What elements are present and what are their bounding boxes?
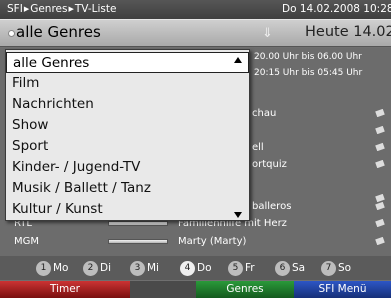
genre-option-sport[interactable]: Sport (6, 136, 249, 157)
function-key-bar: Timer Genres SFI Menü (0, 281, 391, 298)
program-title: ortquiz (252, 159, 287, 170)
genre-option-kultur-kunst[interactable]: Kultur / Kunst (6, 199, 249, 220)
scroll-down-icon[interactable] (234, 212, 242, 218)
day-button-mo[interactable]: 1 Mo (36, 260, 68, 276)
day-button-do[interactable]: 4 Do (180, 260, 212, 276)
sfi-menu-button[interactable]: SFI Menü (294, 281, 391, 298)
timeline-line-2: 20:15 Uhr bis 05:45 Uhr (254, 68, 363, 78)
record-icon[interactable] (375, 126, 385, 134)
record-icon[interactable] (375, 109, 385, 117)
program-title: Marty (Marty) (178, 236, 247, 247)
progress-bar (108, 221, 168, 226)
channel-name: MGM (14, 236, 40, 247)
day-button-sa[interactable]: 6 Sa (275, 260, 305, 276)
radio-dot-icon (8, 30, 15, 37)
breadcrumb-arrow-icon: ▶ (23, 5, 30, 13)
day-button-fr[interactable]: 5 Fr (228, 260, 255, 276)
day-button-mi[interactable]: 3 Mi (130, 260, 159, 276)
genre-dropdown[interactable]: alle Genres Film Nachrichten Show Sport … (5, 49, 250, 221)
date-heute: Heute 14.02 (305, 24, 391, 40)
genre-option-show[interactable]: Show (6, 115, 249, 136)
genre-filter-row[interactable]: alle Genres ⇓ Heute 14.02 (0, 19, 391, 47)
breadcrumb-arrow-icon: ▶ (68, 5, 74, 13)
breadcrumb-tv-liste: TV-Liste (74, 3, 117, 15)
timeline-line-1: 20.00 Uhr bis 06.00 Uhr (254, 52, 362, 62)
date-time: Do 14.02.2008 10:28 (282, 3, 391, 15)
day-button-so[interactable]: 7 So (321, 260, 351, 276)
program-row[interactable]: MGM Marty (Marty) (0, 233, 391, 250)
yellow-key-slot[interactable] (130, 281, 196, 298)
record-icon[interactable] (375, 237, 385, 245)
genre-option-film[interactable]: Film (6, 73, 249, 94)
record-icon[interactable] (375, 143, 385, 151)
progress-bar (108, 239, 168, 244)
dropdown-arrow-icon[interactable]: ⇓ (262, 26, 273, 41)
breadcrumb-sfi: SFI (7, 3, 23, 15)
breadcrumb-genres: Genres (30, 3, 68, 15)
day-selector: 1 Mo 2 Di 3 Mi 4 Do 5 Fr 6 Sa 7 So (0, 256, 391, 280)
program-title: ell (252, 142, 264, 153)
record-icon[interactable] (375, 160, 385, 168)
day-button-di[interactable]: 2 Di (83, 260, 111, 276)
genre-option-musik-ballett-tanz[interactable]: Musik / Ballett / Tanz (6, 178, 249, 199)
genre-option-nachrichten[interactable]: Nachrichten (6, 94, 249, 115)
genre-option-kinder-jugend-tv[interactable]: Kinder- / Jugend-TV (6, 157, 249, 178)
genre-filter-value[interactable]: alle Genres (16, 23, 101, 41)
scroll-up-icon[interactable] (234, 57, 242, 63)
program-title: balleros (252, 201, 292, 212)
genres-button[interactable]: Genres (196, 281, 294, 298)
timer-button[interactable]: Timer (0, 281, 130, 298)
breadcrumb: SFI▶Genres▶TV-Liste (7, 0, 116, 20)
record-icon[interactable] (375, 219, 385, 227)
record-icon[interactable] (375, 202, 385, 210)
genre-option-alle-genres[interactable]: alle Genres (6, 52, 249, 73)
program-title: chau (252, 108, 277, 119)
title-bar: SFI▶Genres▶TV-Liste Do 14.02.2008 10:28 (0, 0, 391, 19)
